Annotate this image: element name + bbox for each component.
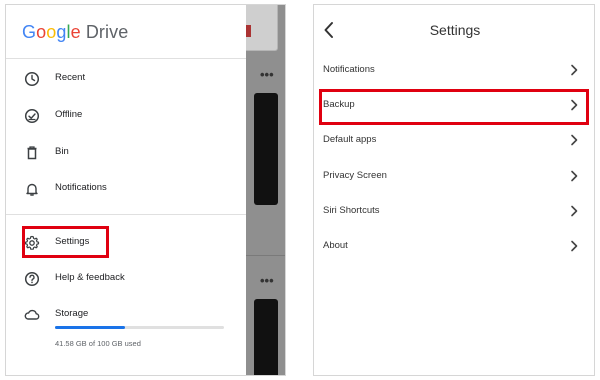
- divider: [6, 58, 246, 59]
- chevron-right-icon: [571, 240, 578, 252]
- nav-label-storage: Storage: [55, 308, 89, 319]
- nav-item-help[interactable]: Help & feedback: [6, 265, 246, 293]
- chevron-right-icon: [571, 135, 578, 146]
- storage-usage-text: 41.58 GB of 100 GB used: [55, 339, 141, 348]
- nav-label-recent: Recent: [55, 72, 86, 83]
- storage-progress-bar: [55, 326, 224, 329]
- chevron-right-icon: [571, 170, 578, 181]
- background-preview-2: [254, 299, 278, 375]
- logo-drive-text: Drive: [85, 22, 129, 42]
- settings-row-label: Siri Shortcuts: [323, 204, 380, 216]
- nav-item-notifications[interactable]: Notifications: [6, 175, 246, 203]
- chevron-right-icon: [571, 205, 578, 217]
- help-icon: [24, 271, 40, 287]
- nav-item-recent[interactable]: Recent: [6, 65, 246, 93]
- cloud-icon: [24, 309, 40, 320]
- settings-row-label: Default apps: [323, 134, 377, 146]
- trash-icon: [27, 146, 37, 160]
- clock-icon: [24, 71, 40, 87]
- nav-label-help: Help & feedback: [55, 272, 125, 283]
- nav-item-bin[interactable]: Bin: [6, 139, 246, 167]
- backup-highlight-box: [319, 89, 589, 125]
- logo-google-text: Google: [22, 22, 81, 42]
- settings-row-label: About: [323, 240, 348, 251]
- google-drive-logo: Google Drive: [22, 22, 128, 43]
- drive-drawer-screen: ••• ••• Google Drive Recent Offline Bin …: [5, 4, 286, 376]
- settings-row-about[interactable]: About: [314, 231, 594, 261]
- page-title: Settings: [429, 22, 481, 38]
- nav-label-bin: Bin: [55, 146, 69, 157]
- offline-check-icon: [24, 108, 40, 124]
- settings-highlight-box: [22, 226, 109, 258]
- nav-item-offline[interactable]: Offline: [6, 102, 246, 130]
- storage-progress-fill: [55, 326, 126, 329]
- nav-label-offline: Offline: [55, 109, 83, 120]
- settings-row-notifications[interactable]: Notifications: [314, 55, 594, 85]
- background-more-icon: •••: [260, 67, 274, 82]
- chevron-right-icon: [571, 64, 578, 76]
- background-divider: [246, 255, 285, 256]
- nav-item-storage[interactable]: Storage: [6, 301, 246, 329]
- settings-row-default-apps[interactable]: Default apps: [314, 125, 594, 155]
- background-preview: [254, 93, 278, 205]
- divider: [6, 214, 246, 215]
- settings-row-label: Privacy Screen: [323, 169, 387, 181]
- background-more-icon-2: •••: [260, 273, 274, 288]
- navigation-drawer: Google Drive Recent Offline Bin Notifica…: [6, 5, 246, 375]
- bell-icon: [26, 183, 38, 196]
- settings-row-privacy-screen[interactable]: Privacy Screen: [314, 161, 594, 191]
- settings-row-siri-shortcuts[interactable]: Siri Shortcuts: [314, 196, 594, 226]
- nav-label-notifications: Notifications: [55, 182, 107, 193]
- settings-row-label: Notifications: [323, 64, 375, 75]
- settings-screen: Settings Notifications Backup Default apps…: [313, 4, 595, 376]
- background-thumbnail-accent: [246, 25, 251, 37]
